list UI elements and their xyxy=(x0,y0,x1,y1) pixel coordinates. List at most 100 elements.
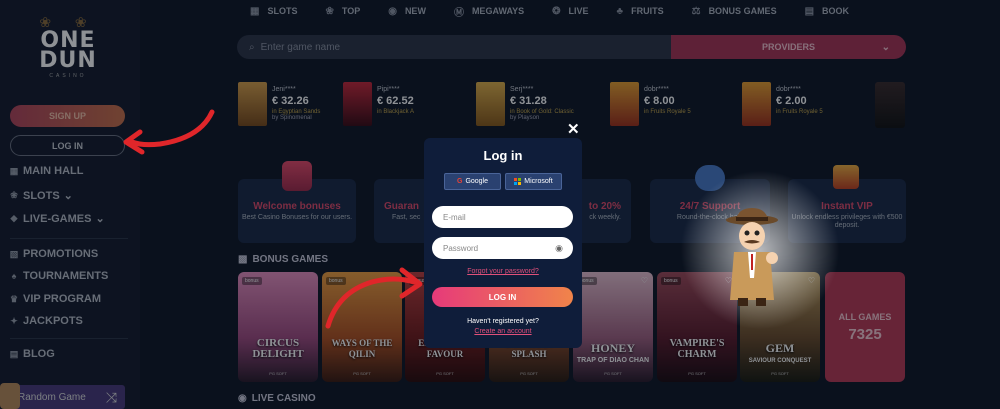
promo-desc: Best Casino Bonuses for our users. xyxy=(241,214,353,221)
game-title: CIRCUS DELIGHT xyxy=(252,337,304,360)
top-nav: ▦ SLOTS ❀ TOP ◉ NEW Ⓜ MEGAWAYS ❂ LIVE ♣ FRUITS… xyxy=(250,4,910,19)
winner-user: dobr**** xyxy=(644,86,669,93)
chevron-down-icon: ⌄ xyxy=(881,41,890,53)
sidebar-item-label: PROMOTIONS xyxy=(23,248,99,260)
live-casino-heading: ◉ LIVE CASINO xyxy=(238,393,316,404)
cherries-icon: ❀ xyxy=(10,190,18,200)
topnav-slots[interactable]: ▦ SLOTS xyxy=(250,4,297,18)
forgot-password-link[interactable]: Forgot your password? xyxy=(424,268,582,275)
slots-icon: ▦ xyxy=(250,5,260,17)
blog-icon: ▤ xyxy=(9,348,19,359)
microsoft-login-button[interactable]: Microsoft xyxy=(505,173,562,190)
game-subtitle: SAVIOUR CONQUEST xyxy=(748,358,812,364)
sidebar-item-label: JACKPOTS xyxy=(23,315,83,327)
login-button[interactable]: LOG IN xyxy=(10,135,125,156)
close-icon[interactable]: ✕ xyxy=(567,120,580,138)
sidebar-item-blog[interactable]: ▤ BLOG xyxy=(9,348,55,360)
hall-icon: ▦ xyxy=(9,165,19,176)
slot-machine-icon: ▩ xyxy=(238,254,248,265)
game-title: GEM xyxy=(765,341,795,355)
password-placeholder: Password xyxy=(443,243,479,253)
create-account-link[interactable]: Create an account xyxy=(424,328,582,335)
signup-button[interactable]: SIGN UP xyxy=(10,105,125,127)
winner-amount: € 62.52 xyxy=(377,95,414,107)
live-icon: ❂ xyxy=(552,5,561,17)
all-games-count: 7325 xyxy=(848,325,882,343)
google-icon: G xyxy=(456,178,463,185)
winner-amount: € 2.00 xyxy=(776,95,807,107)
topnav-live[interactable]: ❂ LIVE xyxy=(552,4,588,18)
promo-card[interactable]: Welcome bonuses Best Casino Bonuses for … xyxy=(238,161,356,243)
bonus-games-icon: ⚖ xyxy=(691,5,701,17)
topnav-book[interactable]: ▤ BOOK xyxy=(805,4,849,18)
search-input[interactable]: ⌕ Enter game name xyxy=(237,35,672,59)
sidebar-item-label: SLOTS xyxy=(23,189,60,202)
microsoft-icon xyxy=(514,178,522,185)
gift-icon: ▧ xyxy=(9,248,19,259)
avatar xyxy=(0,383,20,409)
providers-label: PROVIDERS xyxy=(761,42,815,52)
topnav-megaways[interactable]: Ⓜ MEGAWAYS xyxy=(454,4,524,19)
game-tile[interactable]: bonus ♡ HONEY TRAP OF DIAO CHAN PG SOFT xyxy=(573,272,653,382)
topnav-fruits[interactable]: ♣ FRUITS xyxy=(617,4,664,18)
no-account-text: Haven't registered yet? xyxy=(467,318,539,325)
sidebar-item-label: MAIN HALL xyxy=(23,165,84,177)
microsoft-label: Microsoft xyxy=(524,178,553,185)
winner-user: Serj**** xyxy=(510,86,534,93)
fruits-icon: ♣ xyxy=(616,5,624,17)
detective-mascot-icon xyxy=(726,208,778,306)
modal-login-button[interactable]: LOG IN xyxy=(432,287,573,307)
sidebar-item-jackpots[interactable]: ✦ JACKPOTS xyxy=(9,315,83,327)
topnav-bonus-games[interactable]: ⚖ BONUS GAMES xyxy=(692,4,777,18)
game-provider: PG SOFT xyxy=(520,371,538,376)
chevron-down-icon: ⌄ xyxy=(63,190,73,202)
topnav-new[interactable]: ◉ NEW xyxy=(388,4,426,18)
game-title: VAMPIRE'S CHARM xyxy=(669,338,725,360)
game-tile[interactable]: bonus CIRCUS DELIGHT PG SOFT xyxy=(238,272,318,382)
topnav-label: TOP xyxy=(341,6,361,16)
chevron-down-icon: ⌄ xyxy=(95,213,105,225)
live-dealer-thumbnail[interactable] xyxy=(875,82,905,128)
providers-dropdown[interactable]: PROVIDERS ⌄ xyxy=(671,35,906,59)
email-field[interactable]: E-mail xyxy=(432,206,573,228)
sidebar: ❀ ❀ ONE DUN CASINO SIGN UP LOG IN ▦ MAIN… xyxy=(0,0,140,409)
sidebar-item-vip-program[interactable]: ♛ VIP PROGRAM xyxy=(9,293,101,305)
eye-hidden-icon[interactable]: ◉ xyxy=(555,243,563,254)
game-provider: PG SOFT xyxy=(771,371,789,376)
winner-user: dobr**** xyxy=(776,86,801,93)
topnav-label: NEW xyxy=(404,6,426,16)
top-icon: ❀ xyxy=(325,5,334,17)
sidebar-item-slots[interactable]: ❀ SLOTS ⌄ xyxy=(9,189,73,203)
winner-user: Pipi**** xyxy=(377,86,400,93)
game-thumbnail xyxy=(476,82,505,126)
all-games-button[interactable]: ALL GAMES 7325 xyxy=(825,272,905,382)
google-login-button[interactable]: G Google xyxy=(444,173,501,190)
winner-game: in Blackjack A xyxy=(377,109,415,115)
coins-icon: ✦ xyxy=(10,315,18,326)
random-game-button[interactable]: Random Game ⤨ xyxy=(8,385,125,409)
bonus-badge: bonus xyxy=(661,277,681,285)
topnav-top[interactable]: ❀ TOP xyxy=(325,4,360,18)
logo-sub: CASINO xyxy=(49,73,87,79)
game-thumbnail xyxy=(742,82,771,126)
promo-title: Welcome bonuses xyxy=(253,201,341,212)
sidebar-item-tournaments[interactable]: ♠ TOURNAMENTS xyxy=(9,270,109,282)
sidebar-item-label: LIVE-GAMES xyxy=(23,212,92,225)
sidebar-item-main-hall[interactable]: ▦ MAIN HALL xyxy=(9,165,84,177)
divider xyxy=(10,338,128,339)
sidebar-item-label: VIP PROGRAM xyxy=(23,293,102,305)
game-subtitle: TRAP OF DIAO CHAN xyxy=(576,357,650,364)
cup-icon: ♠ xyxy=(11,271,17,281)
winner-game: in Fruits Royale 5 xyxy=(644,109,691,115)
onedun-logo[interactable]: ❀ ❀ ONE DUN CASINO xyxy=(28,14,108,80)
random-game-label: Random Game xyxy=(18,391,86,403)
sidebar-item-label: TOURNAMENTS xyxy=(23,270,109,282)
sidebar-item-live-games[interactable]: ◆ LIVE-GAMES ⌄ xyxy=(9,212,105,226)
email-placeholder: E-mail xyxy=(443,212,466,222)
sidebar-item-promotions[interactable]: ▧ PROMOTIONS xyxy=(9,248,98,260)
topnav-label: SLOTS xyxy=(267,6,298,16)
game-title: HONEY xyxy=(590,341,635,355)
heart-icon[interactable]: ♡ xyxy=(641,276,648,285)
password-field[interactable]: Password ◉ xyxy=(432,237,573,259)
section-title: LIVE CASINO xyxy=(251,393,316,404)
